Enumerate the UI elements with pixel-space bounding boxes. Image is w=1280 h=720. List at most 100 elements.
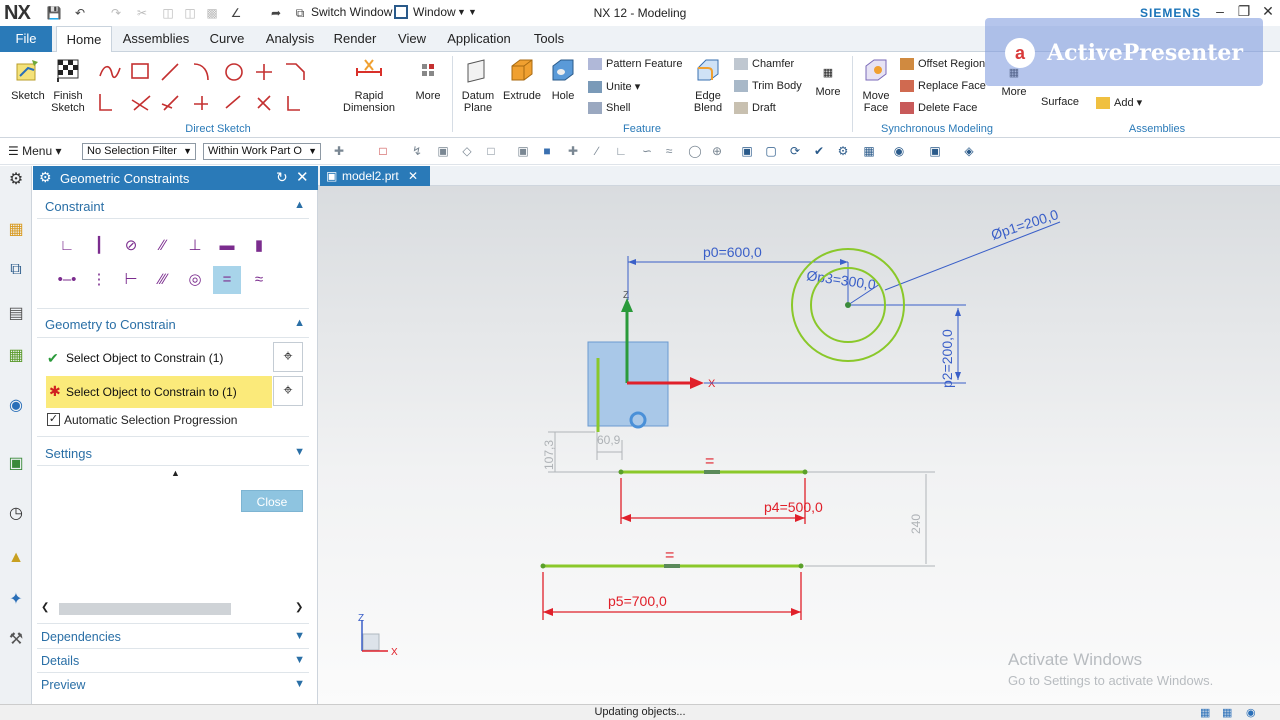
view-fit-icon[interactable]: ▣ — [740, 144, 754, 158]
clock-icon[interactable]: ◷ — [4, 502, 28, 526]
snap-center-icon[interactable]: ⊕ — [710, 144, 724, 158]
point-snap-icon[interactable]: □ — [376, 144, 390, 158]
cube-icon[interactable]: ■ — [540, 144, 554, 158]
snap-tangent-icon[interactable]: ◯ — [688, 144, 702, 158]
settings-section-header[interactable]: Settings — [45, 446, 92, 461]
selection-scope-dropdown[interactable]: Within Work Part O ▼ — [203, 143, 321, 160]
scroll-left-icon[interactable]: ❮ — [41, 602, 49, 613]
snap-curve-icon[interactable]: ∟ — [614, 144, 628, 158]
chamfer-button[interactable]: Chamfer — [734, 58, 794, 71]
close-button[interactable]: Close — [241, 490, 303, 512]
edit-section-icon[interactable]: ◉ — [892, 144, 906, 158]
horizontal-constraint-button[interactable]: ▬ — [213, 232, 241, 260]
pan-icon[interactable]: ✔ — [812, 144, 826, 158]
perpendicular-constraint-button[interactable]: ⊥ — [181, 232, 209, 260]
chevron-down-icon[interactable]: ▼ — [294, 630, 305, 642]
select-box-icon[interactable]: □ — [484, 144, 498, 158]
constraint-navigator-icon[interactable]: ▤ — [4, 302, 28, 326]
reuse-library-icon[interactable]: ▦ — [4, 344, 28, 368]
replace-face-button[interactable]: Replace Face — [900, 80, 986, 93]
equal-constraint-symbol[interactable]: = — [705, 453, 714, 470]
add-component-button[interactable]: Add ▾ — [1096, 96, 1142, 110]
finish-sketch-button[interactable]: Finish Sketch — [46, 56, 90, 114]
more-feature-button[interactable]: ▦ More — [808, 66, 848, 98]
scroll-right-icon[interactable]: ❯ — [295, 602, 303, 613]
chevron-down-icon[interactable]: ▼ — [294, 446, 305, 458]
dim-107[interactable]: 107,3 — [542, 440, 556, 470]
rotate-icon[interactable]: ⟳ — [788, 144, 802, 158]
orient-view-icon[interactable]: ▣ — [928, 144, 942, 158]
tab-model2[interactable]: ▣ model2.prt ✕ — [320, 166, 430, 186]
sketch-button[interactable]: Sketch — [6, 56, 50, 102]
history-icon[interactable]: ▣ — [4, 452, 28, 476]
chevron-up-icon[interactable]: ▲ — [294, 317, 305, 329]
rapid-dimension-button[interactable]: Rapid Dimension — [336, 56, 402, 114]
status-icon[interactable]: ▦ — [1222, 706, 1232, 719]
tab-curve[interactable]: Curve — [204, 26, 250, 52]
delete-face-button[interactable]: Delete Face — [900, 102, 977, 115]
equal-length-constraint-button[interactable]: = — [213, 266, 241, 294]
coincident-constraint-button[interactable]: ∟ — [53, 232, 81, 260]
dim-240[interactable]: 240 — [909, 514, 923, 534]
tab-assemblies[interactable]: Assemblies — [120, 26, 192, 52]
sketch-canvas[interactable]: 107,3 60,9 240 Z X p0=600,0 Øp1=200,0 p2… — [318, 186, 1280, 704]
snap-line-icon[interactable]: ∕ — [590, 144, 604, 158]
constraint-section-header[interactable]: Constraint — [45, 199, 104, 214]
dim-p4[interactable]: p4=500,0 — [764, 499, 823, 515]
auto-progression-checkbox[interactable]: ✓ — [47, 413, 60, 426]
details-header[interactable]: Details — [41, 654, 79, 668]
tab-application[interactable]: Application — [444, 26, 514, 52]
snap-arc-icon[interactable]: ∽ — [640, 144, 654, 158]
midpoint-constraint-button[interactable]: •–• — [53, 266, 81, 294]
dim-p1[interactable]: Øp1=200,0 — [989, 206, 1060, 243]
select-feature-icon[interactable]: ↯ — [410, 144, 424, 158]
snap-grid-icon[interactable]: ✚ — [566, 144, 580, 158]
menu-button[interactable]: ☰ Menu ▾ — [8, 144, 62, 158]
snap-spline-icon[interactable]: ≈ — [662, 144, 676, 158]
parallel-constraint-button[interactable]: ∕∕ — [149, 232, 177, 260]
circle-center-point[interactable] — [845, 302, 851, 308]
tab-home[interactable]: Home — [56, 26, 112, 52]
dim-p2[interactable]: p2=200,0 — [939, 329, 955, 388]
assembly-navigator-icon[interactable]: ⧉ — [4, 258, 28, 282]
shell-button[interactable]: Shell — [588, 102, 630, 115]
dim-p0[interactable]: p0=600,0 — [703, 244, 762, 260]
web-browser-icon[interactable]: ◉ — [4, 394, 28, 418]
chevron-up-icon[interactable]: ▲ — [294, 199, 305, 211]
dim-p5[interactable]: p5=700,0 — [608, 593, 667, 609]
roles-icon[interactable]: ✦ — [4, 588, 28, 612]
zoom-icon[interactable]: ▢ — [764, 144, 778, 158]
close-tab-icon[interactable]: ✕ — [408, 169, 418, 183]
unite-button[interactable]: Unite ▾ — [588, 80, 640, 94]
dependencies-header[interactable]: Dependencies — [41, 630, 121, 644]
more-sketch-button[interactable]: More — [408, 56, 448, 102]
status-icon[interactable]: ▦ — [1200, 706, 1210, 719]
horizontal-scrollbar[interactable] — [59, 603, 231, 615]
graphics-window[interactable]: 107,3 60,9 240 Z X p0=600,0 Øp1=200,0 p2… — [318, 186, 1280, 704]
offset-region-button[interactable]: Offset Region — [900, 58, 985, 71]
select-body-icon[interactable]: ▣ — [436, 144, 450, 158]
tab-render[interactable]: Render — [330, 26, 380, 52]
tab-analysis[interactable]: Analysis — [262, 26, 318, 52]
point-on-string-constraint-button[interactable]: ⊢ — [117, 266, 145, 294]
point-on-curve-constraint-button[interactable]: ┃ — [85, 232, 113, 260]
chevron-down-icon[interactable]: ▼ — [294, 678, 305, 690]
crosshair-icon[interactable]: ⌖ — [273, 342, 303, 372]
select-face-icon[interactable]: ◇ — [460, 144, 474, 158]
edge-blend-button[interactable]: Edge Blend — [688, 56, 728, 114]
process-studio-icon[interactable]: ▲ — [4, 546, 28, 570]
extrude-button[interactable]: Extrude — [500, 56, 544, 102]
vertical-constraint-button[interactable]: ▮ — [245, 232, 273, 260]
equal-radius-constraint-button[interactable]: ≈ — [245, 266, 273, 294]
display-options-icon[interactable]: ◈ — [962, 144, 976, 158]
preview-header[interactable]: Preview — [41, 678, 85, 692]
collapse-arrow-icon[interactable]: ▲ — [171, 468, 180, 478]
draft-button[interactable]: Draft — [734, 102, 776, 115]
close-icon[interactable]: ✕ — [296, 168, 309, 186]
dim-60[interactable]: 60,9 — [597, 433, 621, 447]
trim-body-button[interactable]: Trim Body — [734, 80, 802, 93]
tab-tools[interactable]: Tools — [528, 26, 570, 52]
system-scenes-icon[interactable]: ⚒ — [4, 628, 28, 652]
datum-plane-button[interactable]: Datum Plane — [456, 56, 500, 114]
gear-icon[interactable]: ⚙ — [4, 168, 28, 192]
